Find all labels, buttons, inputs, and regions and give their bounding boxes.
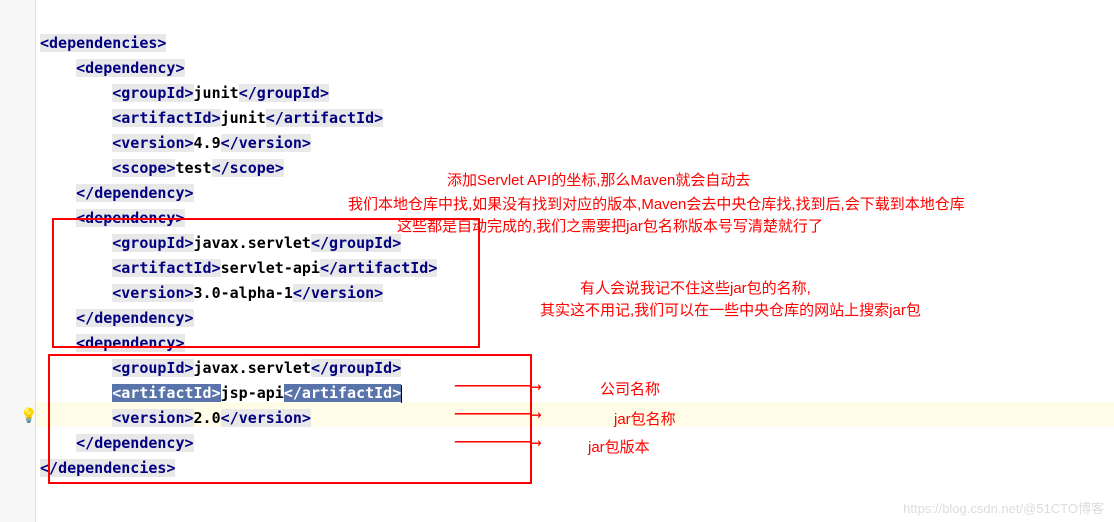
- line-d1-ver: <version>4.9</version>: [112, 134, 311, 152]
- arrow-icon: ───────→: [455, 404, 542, 425]
- annotation-block2-line1: 有人会说我记不住这些jar包的名称,: [580, 278, 811, 301]
- line-d3-ver: <version>2.0</version>: [112, 409, 311, 427]
- line-d1-aid: <artifactId>junit</artifactId>: [112, 109, 383, 127]
- arrow-icon: ───────→: [455, 432, 542, 453]
- watermark-text: https://blog.csdn.net/@51CTO博客: [903, 498, 1104, 517]
- annotation-block1-line1: 添加Servlet API的坐标,那么Maven就会自动去: [447, 170, 750, 193]
- lightbulb-icon[interactable]: 💡: [20, 408, 37, 424]
- line-d2-aid: <artifactId>servlet-api</artifactId>: [112, 259, 437, 277]
- line-d2-gid: <groupId>javax.servlet</groupId>: [112, 234, 401, 252]
- annotation-block2-line2: 其实这不用记,我们可以在一些中央仓库的网站上搜索jar包: [540, 300, 921, 323]
- annotation-block1-line3: 这些都是自动完成的,我们之需要把jar包名称版本号写清楚就行了: [397, 216, 823, 239]
- tag-dependency-3-open: <dependency>: [76, 334, 184, 352]
- arrow-icon: ───────→: [455, 376, 542, 397]
- line-d1-scope: <scope>test</scope>: [112, 159, 284, 177]
- tag-dependency-2-close: </dependency>: [76, 309, 193, 327]
- tag-dependency-1-open: <dependency>: [76, 59, 184, 77]
- annotation-block1-line2: 我们本地仓库中找,如果没有找到对应的版本,Maven会去中央仓库找,找到后,会下…: [348, 194, 965, 217]
- line-d1-gid: <groupId>junit</groupId>: [112, 84, 329, 102]
- line-d2-ver: <version>3.0-alpha-1</version>: [112, 284, 383, 302]
- line-d3-gid: <groupId>javax.servlet</groupId>: [112, 359, 401, 377]
- tag-dependency-1-close: </dependency>: [76, 184, 193, 202]
- tag-dependency-3-close: </dependency>: [76, 434, 193, 452]
- annotation-jarver: jar包版本: [588, 436, 650, 457]
- annotation-jarname: jar包名称: [614, 408, 676, 429]
- tag-dependency-2-open: <dependency>: [76, 209, 184, 227]
- tag-dependencies-open: <dependencies>: [40, 34, 166, 52]
- line-d3-aid: <artifactId>jsp-api</artifactId>: [112, 384, 402, 402]
- code-editor-content[interactable]: <dependencies> <dependency> <groupId>jun…: [40, 6, 437, 481]
- tag-dependencies-close: </dependencies>: [40, 459, 175, 477]
- editor-gutter: [0, 0, 36, 522]
- annotation-company: 公司名称: [600, 378, 660, 399]
